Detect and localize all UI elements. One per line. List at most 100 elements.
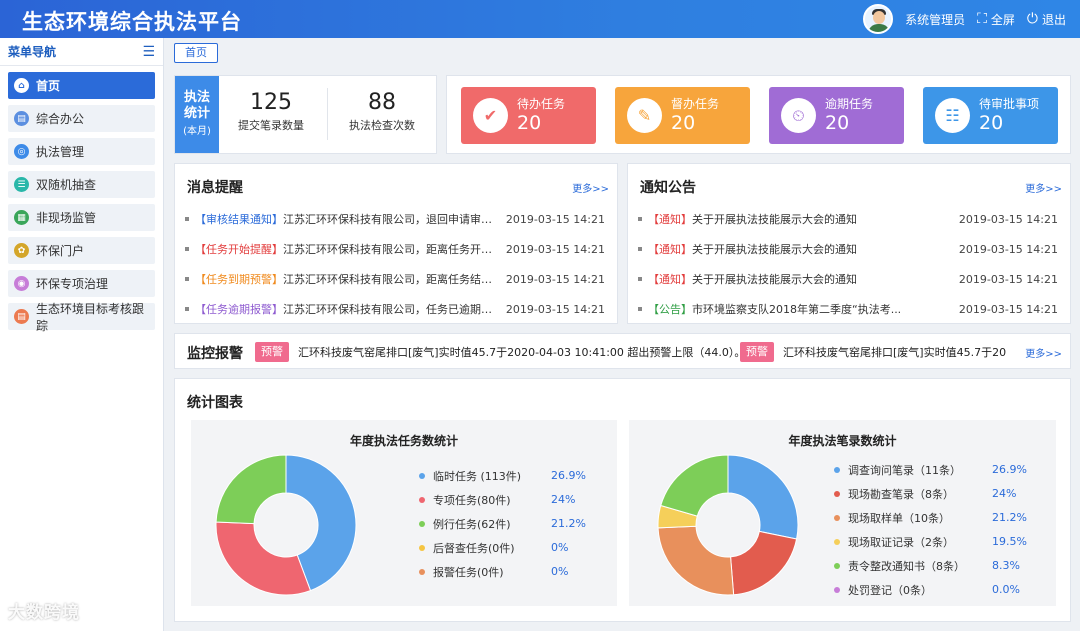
- sidebar-item-1[interactable]: ▤ 综合办公: [8, 105, 155, 132]
- fullscreen-button[interactable]: ⛶ 全屏: [977, 11, 1015, 28]
- list-item[interactable]: 【审核结果通知】 江苏汇环环保科技有限公司，退回申请审核... 2019-03-15…: [185, 204, 605, 234]
- legend-item[interactable]: 临时任务 (113件): [419, 464, 521, 488]
- sidebar-menu: ⌂ 首页 ▤ 综合办公 ◎ 执法管理 ☰ 双随机抽查 ▦ 非现场监管 ✿ 环保门户 ◉ 环保专项治理 ▤ 生态…: [0, 66, 163, 333]
- list-item[interactable]: 【公告】 市环境监察支队2018年第二季度“执法考... 2019-03-15 14…: [638, 294, 1058, 324]
- list-item[interactable]: 【任务到期预警】 江苏汇环环保科技有限公司，距离任务结束... 2019-03-15…: [185, 264, 605, 294]
- message-more-link[interactable]: 更多>>: [572, 180, 609, 195]
- legend-label: 专项任务(80件): [433, 494, 511, 507]
- task-card-2[interactable]: ⏲ 逾期任务 20: [769, 87, 904, 144]
- stat-record-count[interactable]: 125 提交笔录数量: [221, 90, 321, 133]
- sidebar: 菜单导航 ☰ ⌂ 首页 ▤ 综合办公 ◎ 执法管理 ☰ 双随机抽查 ▦ 非现场监管 ✿ 环保门户 ◉ 环保…: [0, 38, 164, 631]
- sidebar-item-label: 执法管理: [36, 145, 85, 159]
- calendar-check-icon: ✔: [473, 98, 508, 133]
- sidebar-item-6[interactable]: ◉ 环保专项治理: [8, 270, 155, 297]
- bullet: [638, 277, 642, 281]
- track-icon: ▤: [14, 309, 29, 324]
- task-card-0[interactable]: ✔ 待办任务 20: [461, 87, 596, 144]
- legend-item[interactable]: 报警任务(0件): [419, 560, 521, 584]
- task-label: 待审批事项: [979, 97, 1040, 111]
- stat-label: 提交笔录数量: [238, 119, 304, 132]
- legend-item[interactable]: 现场勘查笔录（8条）: [834, 482, 965, 506]
- monitor-alarm-bar: 监控报警 预警 汇环科技废气窑尾排口[废气]实时值45.7于2020-04-03…: [174, 333, 1071, 369]
- circle-icon: ◉: [14, 276, 29, 291]
- pie-slice[interactable]: [730, 530, 798, 596]
- item-text: 江苏汇环环保科技有限公司，退回申请审核...: [283, 213, 496, 226]
- bullet: [638, 247, 642, 251]
- sidebar-item-5[interactable]: ✿ 环保门户: [8, 237, 155, 264]
- task-card-3[interactable]: ☷ 待审批事项 20: [923, 87, 1058, 144]
- legend-swatch: [834, 539, 840, 545]
- watermark-logo: 大数跨境: [8, 603, 80, 623]
- charts-panel: 统计图表 年度执法任务数统计 26.9% 24% 21.2% 0% 0% 临时任务 (113…: [174, 378, 1071, 622]
- alarm-text[interactable]: 汇环科技废气窑尾排口[废气]实时值45.7于20: [783, 344, 1006, 360]
- item-time: 2019-03-15 14:21: [505, 302, 605, 316]
- user-avatar[interactable]: [863, 4, 894, 34]
- list-item[interactable]: 【任务开始提醒】 江苏汇环环保科技有限公司，距离任务开始... 2019-03-15…: [185, 234, 605, 264]
- donut-chart: [215, 454, 357, 596]
- item-text: 关于开展执法技能展示大会的通知: [692, 213, 857, 226]
- task-card-1[interactable]: ✎ 督办任务 20: [615, 87, 750, 144]
- task-count-chart: 年度执法任务数统计 26.9% 24% 21.2% 0% 0% 临时任务 (113件) 专项任…: [191, 420, 617, 606]
- item-text: 关于开展执法技能展示大会的通知: [692, 243, 857, 256]
- legend-percent: 21.2%: [992, 511, 1027, 524]
- item-tag: 【通知】: [648, 273, 692, 286]
- item-text: 关于开展执法技能展示大会的通知: [692, 273, 857, 286]
- sidebar-item-label: 环保专项治理: [36, 277, 109, 291]
- pie-slice[interactable]: [660, 454, 729, 517]
- sidebar-item-3[interactable]: ☰ 双随机抽查: [8, 171, 155, 198]
- monitor-more-link[interactable]: 更多>>: [1025, 345, 1062, 360]
- legend-label: 调查询问笔录（11条）: [848, 464, 961, 477]
- record-count-chart: 年度执法笔录数统计 26.9% 24% 21.2% 19.5% 8.3% 0.0% 调查询问笔…: [629, 420, 1056, 606]
- task-label: 督办任务: [671, 97, 720, 111]
- list-item[interactable]: 【任务逾期报警】 江苏汇环环保科技有限公司，任务已逾期2... 2019-03-15…: [185, 294, 605, 324]
- pie-slice[interactable]: [215, 454, 287, 525]
- legend-label: 责令整改通知书（8条）: [848, 560, 965, 573]
- notice-more-link[interactable]: 更多>>: [1025, 180, 1062, 195]
- sidebar-item-7[interactable]: ▤ 生态环境目标考核跟踪: [8, 302, 155, 333]
- sidebar-item-0[interactable]: ⌂ 首页: [8, 72, 155, 99]
- stat-inspection-count[interactable]: 88 执法检查次数: [332, 90, 432, 133]
- legend-item[interactable]: 责令整改通知书（8条）: [834, 554, 965, 578]
- message-list: 【审核结果通知】 江苏汇环环保科技有限公司，退回申请审核... 2019-03-15…: [185, 204, 605, 324]
- stats-tag-sub: (本月): [183, 126, 211, 137]
- menu-toggle-icon[interactable]: ☰: [142, 44, 155, 60]
- legend-swatch: [419, 497, 425, 503]
- sidebar-item-2[interactable]: ◎ 执法管理: [8, 138, 155, 165]
- pie-slice[interactable]: [657, 525, 735, 596]
- chart-title: 年度执法笔录数统计: [788, 434, 897, 448]
- app-title: 生态环境综合执法平台: [22, 10, 242, 34]
- list-item[interactable]: 【通知】 关于开展执法技能展示大会的通知 2019-03-15 14:21: [638, 204, 1058, 234]
- item-time: 2019-03-15 14:21: [958, 272, 1058, 286]
- alarm-text[interactable]: 汇环科技废气窑尾排口[废气]实时值45.7于2020-04-03 10:41:0…: [298, 344, 745, 360]
- sidebar-item-4[interactable]: ▦ 非现场监管: [8, 204, 155, 231]
- legend-item[interactable]: 专项任务(80件): [419, 488, 521, 512]
- legend-swatch: [834, 491, 840, 497]
- stats-tag-line1: 执法: [183, 90, 210, 105]
- legend-swatch: [419, 473, 425, 479]
- legend-item[interactable]: 后督查任务(0件): [419, 536, 521, 560]
- monitor-title: 监控报警: [187, 346, 243, 362]
- legend-item[interactable]: 例行任务(62件): [419, 512, 521, 536]
- pie-slice[interactable]: [215, 521, 312, 596]
- portal-icon: ✿: [14, 243, 29, 258]
- legend-item[interactable]: 调查询问笔录（11条）: [834, 458, 965, 482]
- legend-item[interactable]: 处罚登记（0条）: [834, 578, 965, 602]
- legend-percent: 19.5%: [992, 535, 1027, 548]
- logout-button[interactable]: ⏻ 退出: [1027, 11, 1066, 28]
- user-name[interactable]: 系统管理员: [905, 11, 965, 28]
- legend-label: 现场勘查笔录（8条）: [848, 488, 954, 501]
- legend-item[interactable]: 现场取证记录（2条）: [834, 530, 965, 554]
- list-item[interactable]: 【通知】 关于开展执法技能展示大会的通知 2019-03-15 14:21: [638, 264, 1058, 294]
- legend-item[interactable]: 现场取样单（10条）: [834, 506, 965, 530]
- breadcrumb-home[interactable]: 首页: [174, 43, 218, 63]
- item-time: 2019-03-15 14:21: [958, 302, 1058, 316]
- list-item[interactable]: 【通知】 关于开展执法技能展示大会的通知 2019-03-15 14:21: [638, 234, 1058, 264]
- legend-swatch: [834, 467, 840, 473]
- stat-value: 125: [250, 90, 292, 115]
- calendar-clock-icon: ⏲: [781, 98, 816, 133]
- pie-slice[interactable]: [727, 454, 799, 540]
- legend-percent: 24%: [551, 493, 576, 506]
- item-time: 2019-03-15 14:21: [505, 272, 605, 286]
- item-time: 2019-03-15 14:21: [958, 212, 1058, 226]
- notice-list: 【通知】 关于开展执法技能展示大会的通知 2019-03-15 14:21 【通知】关…: [638, 204, 1058, 324]
